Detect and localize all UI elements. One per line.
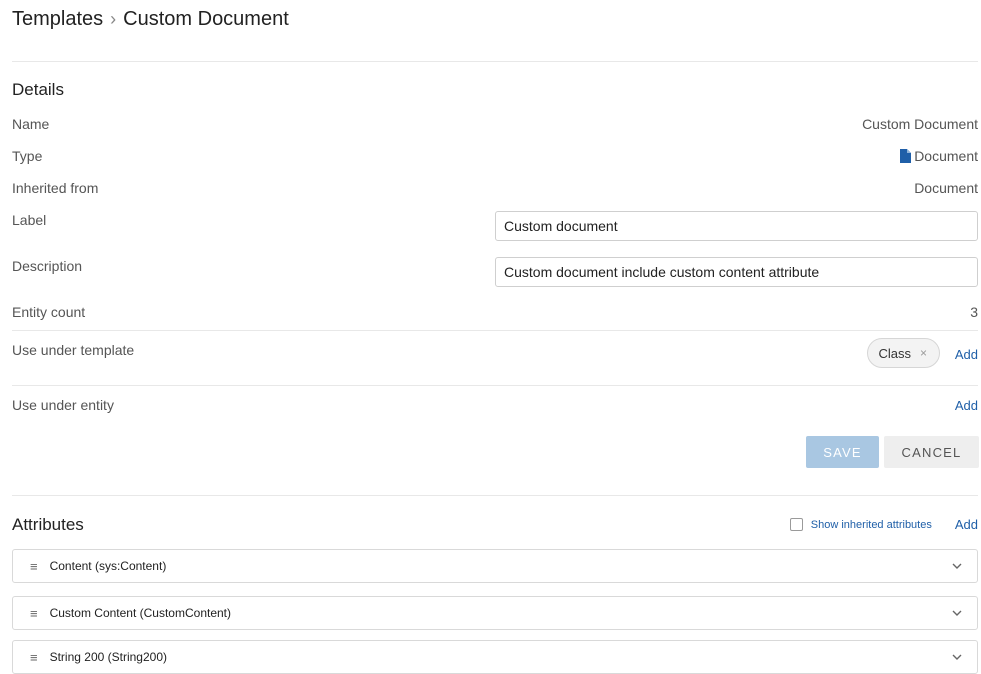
chip-remove-icon[interactable]: × bbox=[920, 346, 927, 360]
drag-handle-icon[interactable]: ≡ bbox=[30, 606, 38, 621]
template-chip-class: Class × bbox=[867, 338, 940, 368]
breadcrumb-separator-icon: › bbox=[110, 9, 117, 29]
name-label: Name bbox=[12, 116, 50, 132]
name-value: Custom Document bbox=[862, 116, 978, 132]
save-button[interactable]: SAVE bbox=[806, 436, 879, 468]
breadcrumb-current: Custom Document bbox=[123, 8, 289, 30]
chevron-down-icon[interactable] bbox=[951, 560, 963, 572]
drag-handle-icon[interactable]: ≡ bbox=[30, 650, 38, 665]
divider bbox=[12, 330, 978, 331]
use-under-template-label: Use under template bbox=[12, 342, 135, 358]
divider bbox=[12, 495, 978, 496]
attribute-row[interactable]: ≡ Custom Content (CustomContent) bbox=[12, 596, 978, 630]
use-under-entity-label: Use under entity bbox=[12, 397, 114, 413]
divider bbox=[12, 61, 978, 62]
attribute-label: Content (sys:Content) bbox=[49, 559, 167, 573]
breadcrumb: Templates › Custom Document bbox=[12, 8, 289, 31]
attributes-controls: Show inherited attributes Add bbox=[789, 517, 978, 532]
document-icon bbox=[900, 149, 912, 163]
chip-label: Class bbox=[878, 345, 911, 361]
type-value-wrap: Document bbox=[900, 148, 978, 164]
details-title: Details bbox=[12, 80, 64, 99]
attribute-row[interactable]: ≡ Content (sys:Content) bbox=[12, 549, 978, 583]
type-label: Type bbox=[12, 148, 43, 164]
drag-handle-icon[interactable]: ≡ bbox=[30, 559, 38, 574]
add-entity-link[interactable]: Add bbox=[955, 398, 978, 413]
show-inherited-label[interactable]: Show inherited attributes bbox=[811, 519, 932, 531]
description-input[interactable] bbox=[495, 257, 978, 287]
label-input[interactable] bbox=[495, 211, 978, 241]
divider bbox=[12, 385, 978, 386]
label-label: Label bbox=[12, 212, 47, 228]
attributes-title: Attributes bbox=[12, 515, 84, 534]
type-value: Document bbox=[914, 148, 978, 164]
breadcrumb-root[interactable]: Templates bbox=[12, 8, 103, 31]
chevron-down-icon[interactable] bbox=[951, 607, 963, 619]
attribute-label: String 200 (String200) bbox=[49, 650, 167, 664]
entity-count-label: Entity count bbox=[12, 304, 86, 320]
attribute-label: Custom Content (CustomContent) bbox=[49, 606, 231, 620]
inherited-label: Inherited from bbox=[12, 180, 99, 196]
inherited-value: Document bbox=[914, 180, 978, 196]
description-label: Description bbox=[12, 258, 83, 274]
add-template-link[interactable]: Add bbox=[955, 347, 978, 362]
show-inherited-checkbox[interactable] bbox=[789, 518, 803, 531]
chevron-down-icon[interactable] bbox=[951, 651, 963, 663]
add-attribute-link[interactable]: Add bbox=[955, 517, 978, 532]
cancel-button[interactable]: CANCEL bbox=[884, 436, 979, 468]
entity-count-value: 3 bbox=[970, 304, 978, 320]
